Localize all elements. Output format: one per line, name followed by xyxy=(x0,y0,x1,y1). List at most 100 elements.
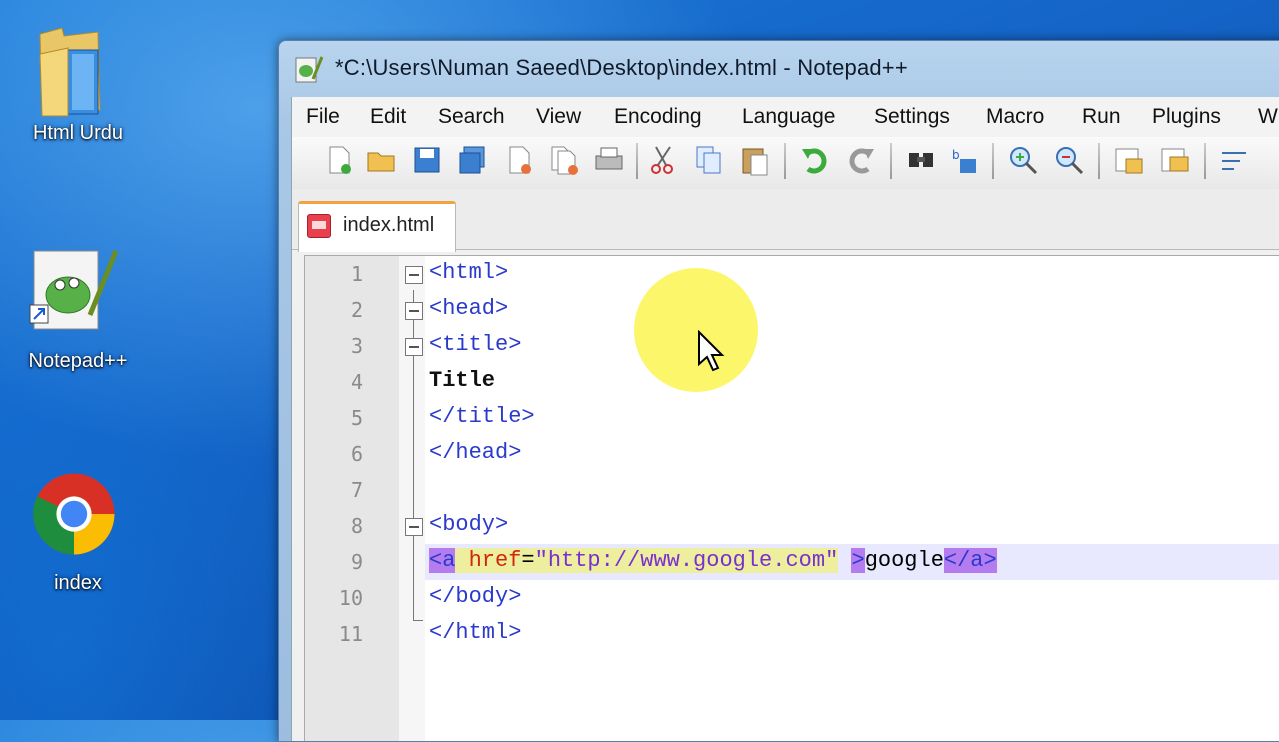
redo-icon[interactable] xyxy=(844,143,878,177)
code-text: </html> xyxy=(429,620,522,645)
notepadpp-shortcut-icon xyxy=(29,250,119,330)
line-number: 5 xyxy=(350,406,363,430)
toolbar: b xyxy=(292,137,1279,190)
line-number: 10 xyxy=(338,586,363,610)
title-bar[interactable]: *C:\Users\Numan Saeed\Desktop\index.html… xyxy=(279,41,1279,97)
wrap-icon[interactable] xyxy=(1218,143,1252,177)
code-line: 4 Title xyxy=(305,364,1279,400)
code-space xyxy=(455,548,469,573)
desktop-icon-label: index xyxy=(54,572,102,594)
notepadpp-window: *C:\Users\Numan Saeed\Desktop\index.html… xyxy=(278,40,1279,742)
code-line: 3 <title> xyxy=(305,328,1279,364)
menu-search[interactable]: Search xyxy=(438,105,505,129)
desktop-icon-html-urdu[interactable]: Html Urdu xyxy=(4,10,144,150)
menu-encoding[interactable]: Encoding xyxy=(614,105,702,129)
code-text: <title> xyxy=(429,332,522,357)
toolbar-separator xyxy=(1204,143,1206,179)
zoom-in-icon[interactable] xyxy=(1006,143,1040,177)
fold-toggle-icon[interactable] xyxy=(405,266,423,284)
menu-settings[interactable]: Settings xyxy=(874,105,950,129)
unsaved-file-icon xyxy=(307,214,331,238)
tab-label: index.html xyxy=(343,214,435,236)
desktop-icon-index[interactable]: index xyxy=(4,470,144,600)
new-file-icon[interactable] xyxy=(322,143,356,177)
menu-macro[interactable]: Macro xyxy=(986,105,1044,129)
open-file-icon[interactable] xyxy=(364,143,398,177)
code-line: 6 </head> xyxy=(305,436,1279,472)
line-number: 11 xyxy=(338,622,363,646)
close-all-icon[interactable] xyxy=(548,143,582,177)
paste-icon[interactable] xyxy=(738,143,772,177)
line-number: 9 xyxy=(350,550,363,574)
find-icon[interactable] xyxy=(904,143,938,177)
menu-view[interactable]: View xyxy=(536,105,581,129)
undo-icon[interactable] xyxy=(798,143,832,177)
line-number: 6 xyxy=(350,442,363,466)
zoom-out-icon[interactable] xyxy=(1052,143,1086,177)
menu-file[interactable]: File xyxy=(306,105,340,129)
mouse-pointer-icon xyxy=(698,330,725,372)
window-title: *C:\Users\Numan Saeed\Desktop\index.html… xyxy=(335,55,908,80)
menu-window[interactable]: W xyxy=(1258,105,1278,129)
toolbar-separator xyxy=(1098,143,1100,179)
code-text: <head> xyxy=(429,296,509,321)
tab-bar: index.html xyxy=(292,189,1279,252)
menu-edit[interactable]: Edit xyxy=(370,105,406,129)
code-text: <body> xyxy=(429,512,509,537)
menu-run[interactable]: Run xyxy=(1082,105,1121,129)
attribute-equals: = xyxy=(521,548,535,573)
fold-toggle-icon[interactable] xyxy=(405,338,423,356)
close-icon[interactable] xyxy=(502,143,536,177)
desktop-icon-label: Notepad++ xyxy=(28,350,128,372)
desktop-icon-notepadpp[interactable]: Notepad++ xyxy=(4,244,144,384)
code-text: </head> xyxy=(429,440,522,465)
sync-h-icon[interactable] xyxy=(1158,143,1192,177)
code-line: 5 </title> xyxy=(305,400,1279,436)
toolbar-separator xyxy=(992,143,994,179)
line-number: 3 xyxy=(350,334,363,358)
replace-icon[interactable]: b xyxy=(948,143,982,177)
matched-tag-open-end: > xyxy=(851,548,865,573)
code-line: 8 <body> xyxy=(305,508,1279,544)
copy-icon[interactable] xyxy=(692,143,726,177)
code-line: 11 </html> xyxy=(305,616,1279,652)
line-number: 1 xyxy=(350,262,363,286)
toolbar-separator xyxy=(636,143,638,179)
chrome-icon xyxy=(33,473,115,555)
code-text: </body> xyxy=(429,584,522,609)
link-text: google xyxy=(864,548,944,573)
menu-language[interactable]: Language xyxy=(742,105,835,129)
sync-v-icon[interactable] xyxy=(1112,143,1146,177)
line-number: 2 xyxy=(350,298,363,322)
code-text: Title xyxy=(429,368,496,393)
code-line: 7 xyxy=(305,472,1279,508)
folder-icon xyxy=(39,27,101,117)
attribute-name: href xyxy=(468,548,522,573)
tab-index-html[interactable]: index.html xyxy=(298,201,456,252)
fold-toggle-icon[interactable] xyxy=(405,518,423,536)
toolbar-separator xyxy=(890,143,892,179)
line-number: 8 xyxy=(350,514,363,538)
code-line: 2 <head> xyxy=(305,292,1279,328)
svg-text:b: b xyxy=(952,148,960,162)
code-line: 1 <html> xyxy=(305,256,1279,292)
client-area: File Edit Search View Encoding Language … xyxy=(291,97,1279,741)
line-number: 7 xyxy=(350,478,363,502)
desktop-icon-label: Html Urdu xyxy=(32,122,123,144)
matched-tag-close: </a> xyxy=(943,548,997,573)
cut-icon[interactable] xyxy=(646,143,680,177)
save-all-icon[interactable] xyxy=(456,143,490,177)
print-icon[interactable] xyxy=(592,143,626,177)
save-icon[interactable] xyxy=(410,143,444,177)
toolbar-separator xyxy=(784,143,786,179)
code-text: <a href="http://www.google.com" >google<… xyxy=(429,548,997,573)
menu-bar: File Edit Search View Encoding Language … xyxy=(292,97,1279,137)
cursor-highlight xyxy=(634,268,758,392)
menu-plugins[interactable]: Plugins xyxy=(1152,105,1221,129)
attribute-value: "http://www.google.com" xyxy=(534,548,839,573)
code-text: <html> xyxy=(429,260,509,285)
code-text: </title> xyxy=(429,404,535,429)
code-editor[interactable]: 1 <html> 2 <head> 3 <title> 4 Title 5 </… xyxy=(304,255,1279,741)
fold-toggle-icon[interactable] xyxy=(405,302,423,320)
